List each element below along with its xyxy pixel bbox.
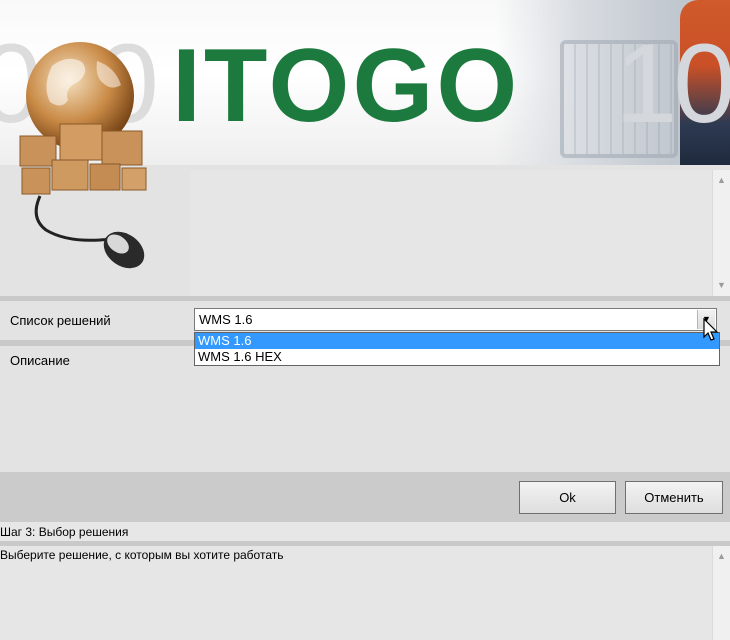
mouse-cursor-icon — [703, 318, 719, 341]
banner-binary-right: 100 — [615, 21, 730, 146]
globe-boxes-mouse-icon — [19, 42, 147, 269]
step-hint: Выберите решение, с которым вы хотите ра… — [0, 548, 284, 562]
button-panel — [0, 472, 730, 522]
ok-button[interactable]: Ok — [519, 481, 616, 514]
cancel-button[interactable]: Отменить — [625, 481, 723, 514]
solutions-label: Список решений — [10, 313, 111, 328]
scroll-up-icon[interactable]: ▲ — [713, 172, 730, 189]
dropdown-option[interactable]: WMS 1.6 — [195, 333, 719, 349]
combobox-value: WMS 1.6 — [199, 312, 253, 327]
hint-scrollbar[interactable]: ▲ — [712, 546, 730, 640]
description-label: Описание — [10, 353, 70, 368]
scroll-down-icon[interactable]: ▼ — [713, 277, 730, 294]
step-title-bar: Шаг 3: Выбор решения — [0, 522, 730, 541]
solutions-dropdown-list[interactable]: WMS 1.6 WMS 1.6 HEX — [194, 332, 720, 366]
scroll-up-icon[interactable]: ▲ — [713, 548, 730, 565]
separator — [0, 296, 730, 301]
top-text-area[interactable]: ▲ ▼ — [190, 170, 730, 296]
hint-text-area[interactable]: Выберите решение, с которым вы хотите ра… — [0, 546, 730, 640]
app-logo: ITOGO — [172, 28, 521, 144]
solutions-combobox[interactable]: WMS 1.6 ▼ — [194, 308, 717, 331]
top-scrollbar[interactable]: ▲ ▼ — [712, 170, 730, 296]
dropdown-option[interactable]: WMS 1.6 HEX — [195, 349, 719, 365]
step-title: Шаг 3: Выбор решения — [0, 525, 129, 539]
